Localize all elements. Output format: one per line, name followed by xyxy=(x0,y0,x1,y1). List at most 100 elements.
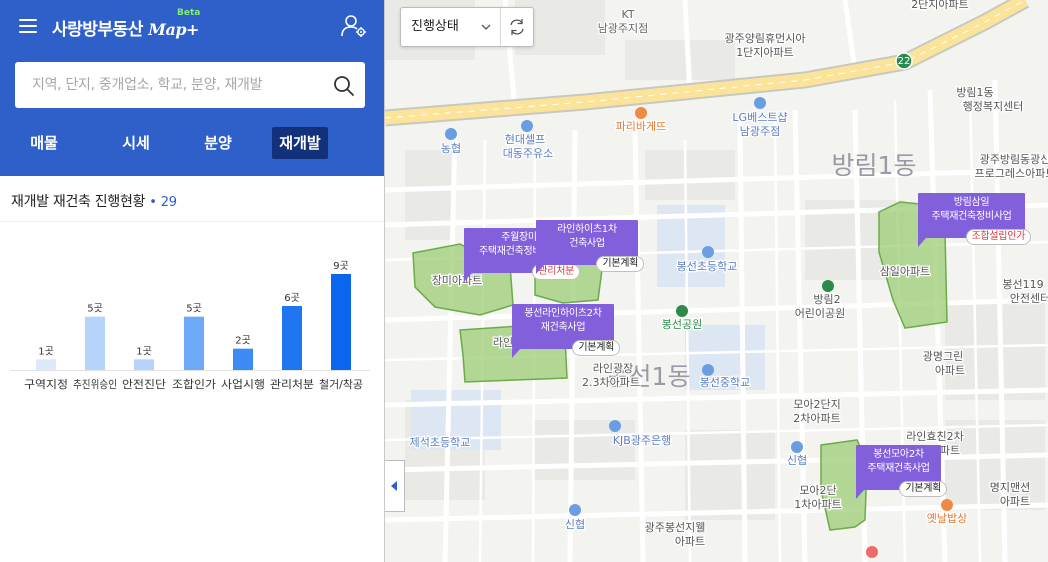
map-label-36: KJB광주은행 xyxy=(613,434,671,447)
map-label-29: 2.3차아파트 xyxy=(582,376,640,389)
map-area[interactable]: KT 남광주지점 광주양림휴먼시아 1단지아파트 2단지아파트 방림1동 행정복지센터 LG베… xyxy=(385,0,1048,562)
map-label-17: 장미아파트 xyxy=(432,274,483,287)
search-input[interactable] xyxy=(15,62,325,108)
marker-status-badge: 기본계획 xyxy=(596,256,644,272)
map-label-19: 봉선119 xyxy=(1002,278,1043,291)
marker-title-line: 방림삼일 xyxy=(953,197,990,208)
map-label-1: 남광주지점 xyxy=(598,22,649,35)
marker-title-line: 건축사업 xyxy=(569,238,605,249)
panel-count: 29 xyxy=(160,195,177,210)
map-label-39: 1차아파트 xyxy=(794,498,841,511)
chart-bar-4[interactable] xyxy=(233,348,253,370)
map-label-11: 대동주유소 xyxy=(503,147,554,160)
panel-divider xyxy=(0,221,384,222)
tab-prices[interactable]: 시세 xyxy=(108,127,164,159)
chart-category-label-3: 조합인가 xyxy=(172,378,216,391)
chart-bar-3[interactable] xyxy=(184,316,204,370)
status-filter-control: 진행상태 xyxy=(400,7,534,47)
caret-left-icon xyxy=(391,481,397,491)
map-label-16: 봉선초등학교 xyxy=(677,260,738,273)
user-settings-icon[interactable] xyxy=(341,14,367,38)
marker-status-badge: 기본계획 xyxy=(899,481,947,497)
marker-title-line: 봉선모아2차 xyxy=(873,449,924,460)
chart-value-label-2: 1곳 xyxy=(136,345,152,357)
map-label-35: 제석초등학교 xyxy=(410,436,471,449)
chart-bar-0[interactable] xyxy=(36,359,56,370)
map-label-21: 방림2 xyxy=(813,293,840,306)
redevelopment-marker[interactable]: 라인하이츠1차건축사업기본계획 xyxy=(536,220,644,274)
chart-value-label-1: 5곳 xyxy=(87,303,103,315)
map-label-32: 2차아파트 xyxy=(793,412,840,425)
map-label-8: 남광주점 xyxy=(740,125,780,138)
map-label-18: 삼일아파트 xyxy=(880,264,931,278)
map-label-10: 현대셀프 xyxy=(505,133,545,146)
panel-title-text: 재개발 재건축 진행현황 xyxy=(11,194,146,210)
marker-title-line: 주택재건축사업 xyxy=(867,463,930,474)
status-filter-label: 진행상태 xyxy=(411,19,459,34)
map-label-6: 행정복지센터 xyxy=(963,100,1024,113)
marker-title-line: 라인하이츠1차 xyxy=(557,224,617,235)
chart-category-label-6: 철거/착공 xyxy=(319,378,363,391)
map-label-31: 모아2단지 xyxy=(793,398,840,411)
app-title-text: 사랑방부동산 xyxy=(52,20,143,40)
chart-value-label-6: 9곳 xyxy=(333,260,349,272)
tab-presale[interactable]: 분양 xyxy=(190,127,246,159)
chart-category-label-4: 사업시행 xyxy=(221,378,265,391)
map-label-42: 옛날밥상 xyxy=(927,512,967,525)
tab-redevelopment[interactable]: 재개발 xyxy=(272,127,328,159)
map-label-5: 방림1동 xyxy=(956,86,993,99)
marker-status-badge: 기본계획 xyxy=(572,340,620,356)
panel-count-separator: • xyxy=(149,195,157,210)
tab-listings[interactable]: 매물 xyxy=(16,127,72,159)
chart-bar-1[interactable] xyxy=(85,316,105,370)
chart-value-label-5: 6곳 xyxy=(284,292,300,304)
map-label-40: 명지맨션 xyxy=(990,481,1030,494)
map-label-12: 농협 xyxy=(441,142,461,155)
chart-value-label-4: 2곳 xyxy=(235,335,251,347)
redevelopment-marker[interactable]: 봉선라인하이츠2차재건축사업기본계획 xyxy=(512,304,620,358)
beta-badge: Beta xyxy=(177,8,201,18)
refresh-button[interactable] xyxy=(501,8,533,46)
map-label-4: 2단지아파트 xyxy=(911,0,969,11)
marker-title-line: 봉선라인하이츠2차 xyxy=(524,308,602,319)
search-icon[interactable] xyxy=(333,75,355,97)
chart-value-label-0: 1곳 xyxy=(38,345,54,357)
marker-title-line: 주택재건축정비사업 xyxy=(931,211,1012,222)
hamburger-menu-icon[interactable] xyxy=(19,18,39,34)
sidebar-collapse-button[interactable] xyxy=(385,460,405,512)
header-bar: 사랑방부동산 Map+ Beta 매물 시세 분양 재개발 xyxy=(0,0,384,176)
map-label-9: 파리바게뜨 xyxy=(616,120,667,133)
map-label-43: 신협 xyxy=(565,518,585,531)
status-bar-chart: 1곳구역지정 5곳추진위승인 1곳안전진단 5곳조합인가 2곳사업시행 6곳관리처분 9곳철… xyxy=(10,260,370,391)
map-label-30: 봉선중학교 xyxy=(700,376,751,389)
map-label-24: 라인 xyxy=(493,336,513,349)
app-title[interactable]: 사랑방부동산 Map+ xyxy=(52,15,199,40)
sidebar-panel: 사랑방부동산 Map+ Beta 매물 시세 분양 재개발 xyxy=(0,0,385,562)
map-canvas[interactable]: KT남광주지점광주양림휴먼시아1단지아파트2단지아파트방림1동행정복지센터LG베… xyxy=(385,0,1048,562)
chevron-down-icon xyxy=(481,24,491,30)
status-filter-dropdown[interactable]: 진행상태 xyxy=(401,8,501,46)
chart-value-label-3: 5곳 xyxy=(186,303,202,315)
chart-category-label-5: 관리처분 xyxy=(270,378,314,391)
chart-bar-5[interactable] xyxy=(282,306,302,370)
map-label-22: 어린이공원 xyxy=(795,307,846,320)
marker-status-badge: 조합설립인가 xyxy=(965,229,1031,245)
map-label-2: 광주양림휴먼시아 xyxy=(725,32,806,45)
map-label-15: 프로그레스아파트 xyxy=(975,167,1048,180)
redevelopment-marker[interactable]: 봉선모아2차주택재건축사업기본계획 xyxy=(856,445,947,499)
map-label-13: 방림1동 xyxy=(832,151,917,180)
refresh-icon xyxy=(510,19,524,35)
chart-bar-2[interactable] xyxy=(134,359,154,370)
map-label-26: 아파트 xyxy=(935,364,965,377)
chart-category-label-0: 구역지정 xyxy=(24,378,68,391)
map-label-46: 22 xyxy=(898,56,911,67)
map-label-44: 광주봉선지웰 xyxy=(645,521,706,534)
map-label-20: 안전센터 xyxy=(1010,292,1048,305)
map-label-41: 아파트 xyxy=(1000,495,1030,508)
redevelopment-marker[interactable]: 방림삼일주택재건축정비사업조합설립인가 xyxy=(918,193,1031,247)
chart-bar-6[interactable] xyxy=(331,274,351,370)
map-label-33: 라인효친2차 xyxy=(906,430,964,443)
map-label-45: 아파트 xyxy=(675,535,705,548)
marker-title-line: 재건축사업 xyxy=(540,322,586,333)
map-label-38: 모아2단 xyxy=(799,484,836,497)
